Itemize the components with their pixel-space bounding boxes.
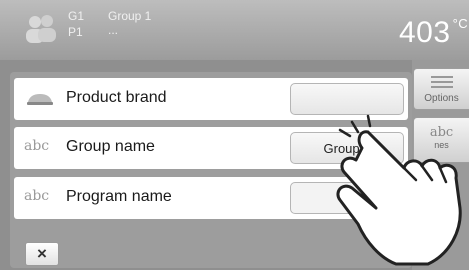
options-icon [430,76,453,88]
temperature-readout: 403 °C [399,16,468,50]
header-bar: G1 Group 1 P1 ... 403 °C [0,0,469,60]
tapping-hand-icon [336,114,462,266]
text-abc-icon: abc [24,138,50,154]
program-code: P1 [68,25,83,39]
group-name: Group 1 [108,9,152,23]
group-code: G1 [68,9,85,23]
product-brand-label: Product brand [66,89,167,106]
program-name: ... [108,23,119,37]
temperature-value: 403 [399,16,451,49]
user-avatar-icon [26,15,56,43]
close-button[interactable]: × [25,242,59,266]
group-name-label: Group name [66,138,155,155]
temperature-unit: °C [452,16,469,31]
text-abc-icon: abc [24,188,50,204]
program-name-label: Program name [66,188,172,205]
product-brand-icon [27,94,53,105]
